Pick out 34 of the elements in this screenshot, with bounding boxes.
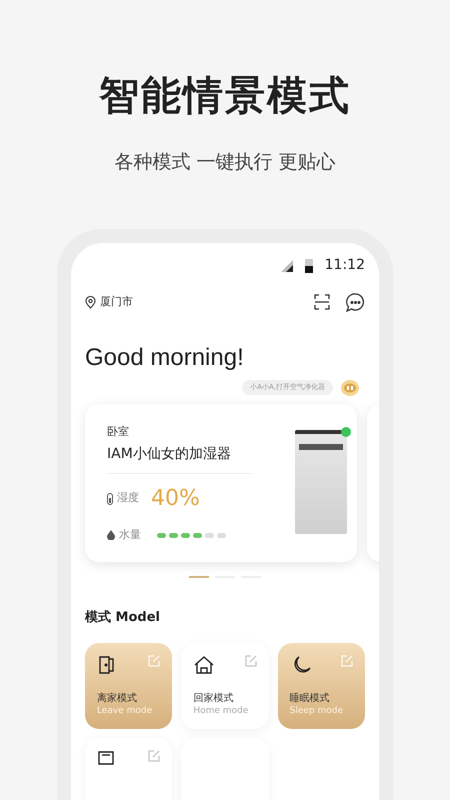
signal-icon — [280, 260, 293, 272]
edit-icon[interactable] — [148, 750, 160, 762]
device-card[interactable]: 卧室 IAM小仙女的加湿器 湿度 40% 水量 — [85, 404, 357, 562]
mode-name: 回家模式 — [193, 693, 234, 706]
house-icon — [193, 655, 216, 675]
mode-name: 睡眠模式 — [290, 693, 331, 706]
mode-english-name: Leave mode — [97, 706, 154, 717]
status-time: 11:12 — [324, 256, 365, 275]
mode-card[interactable]: 离家模式 Leave mode — [85, 643, 172, 729]
mode-card[interactable]: 睡眠模式 Sleep mode — [278, 643, 365, 729]
mode-english-name: Home mode — [193, 706, 250, 717]
scan-icon[interactable] — [314, 294, 330, 310]
water-drop-icon — [107, 530, 115, 540]
greeting: Good morning! — [85, 346, 245, 370]
room-name: 卧室 — [107, 424, 130, 440]
assistant-icon[interactable] — [341, 380, 359, 396]
mode-card[interactable]: 回家模式 Home mode — [181, 643, 269, 729]
mode-english-name: Sleep mode — [290, 706, 344, 717]
water-label: 水量 — [119, 527, 141, 543]
location-pin-icon — [85, 296, 96, 308]
battery-icon — [304, 258, 313, 272]
location-text[interactable]: 厦门市 — [100, 294, 133, 310]
tagline: 各种模式 一键执行 更贴心 — [114, 150, 336, 175]
frame-icon — [97, 750, 115, 766]
humidity-label: 湿度 — [117, 490, 139, 506]
mode-name: 离家模式 — [97, 693, 138, 706]
mode-card[interactable] — [85, 738, 172, 800]
modes-title: 模式 Model — [85, 608, 161, 626]
edit-icon[interactable] — [244, 655, 257, 667]
humidity-value: 40% — [151, 485, 200, 513]
thermometer-icon — [107, 492, 113, 504]
chat-bubble-icon[interactable] — [346, 292, 365, 312]
headline: 智能情景模式 — [99, 76, 351, 116]
device-name: IAM小仙女的加湿器 — [107, 445, 232, 464]
